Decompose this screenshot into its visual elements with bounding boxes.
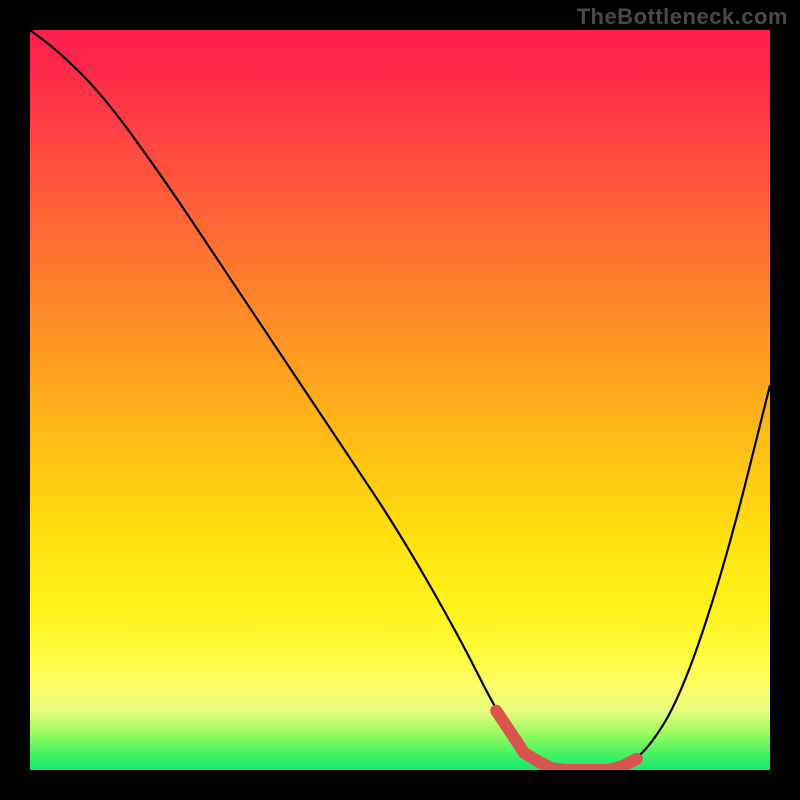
bottleneck-curve bbox=[30, 30, 770, 770]
plot-area bbox=[30, 30, 770, 770]
chart-container: TheBottleneck.com bbox=[0, 0, 800, 800]
optimal-range-highlight bbox=[496, 711, 637, 770]
watermark-text: TheBottleneck.com bbox=[577, 4, 788, 30]
curve-svg bbox=[30, 30, 770, 770]
